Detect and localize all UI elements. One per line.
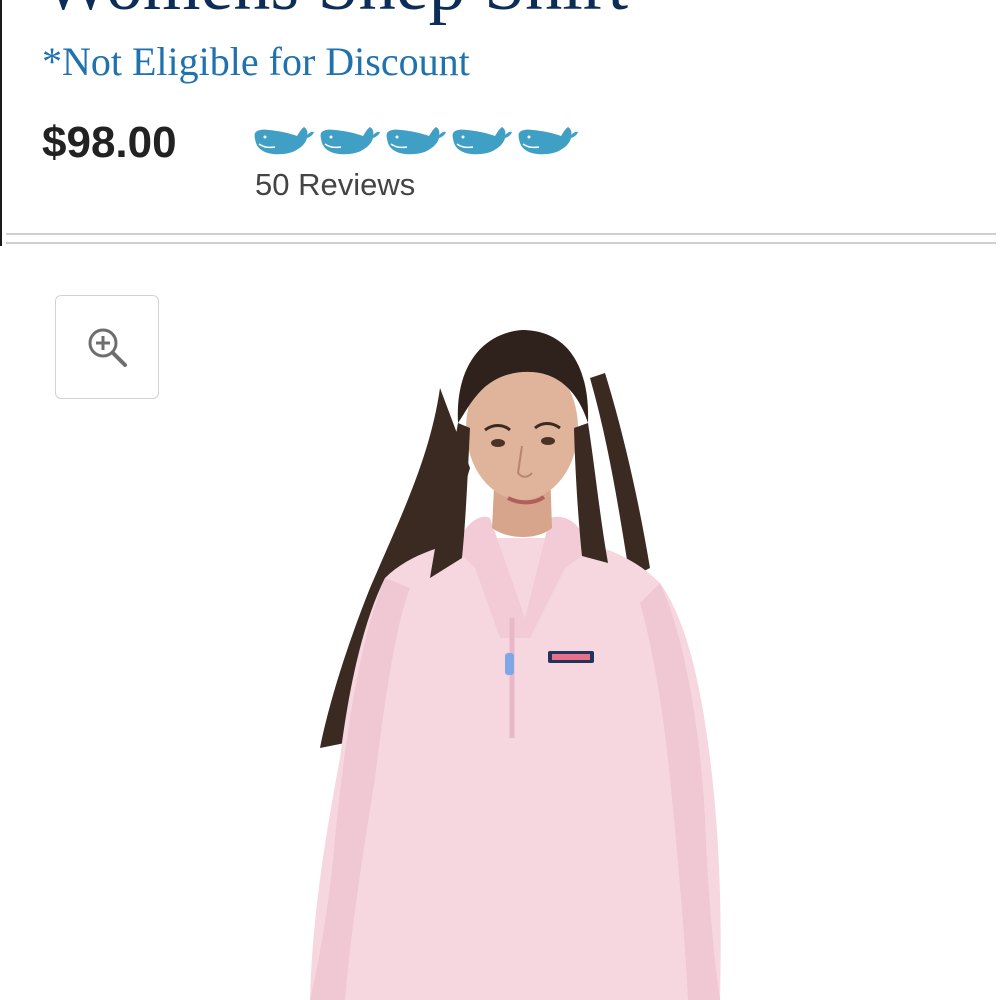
reviews-link[interactable]: 50 Reviews xyxy=(255,167,415,203)
star-rating[interactable] xyxy=(253,124,579,158)
discount-note: *Not Eligible for Discount xyxy=(42,39,470,84)
zoom-button[interactable] xyxy=(55,295,159,399)
divider xyxy=(6,242,996,244)
product-price: $98.00 xyxy=(42,118,177,167)
product-title: Womens Shep Shirt xyxy=(42,0,628,22)
whale-icon xyxy=(385,126,447,156)
whale-icon xyxy=(451,126,513,156)
whale-icon xyxy=(517,126,579,156)
divider xyxy=(6,233,996,235)
whale-icon xyxy=(319,126,381,156)
zoom-in-icon xyxy=(88,328,127,367)
product-photo[interactable] xyxy=(290,318,750,1000)
whale-icon xyxy=(253,126,315,156)
